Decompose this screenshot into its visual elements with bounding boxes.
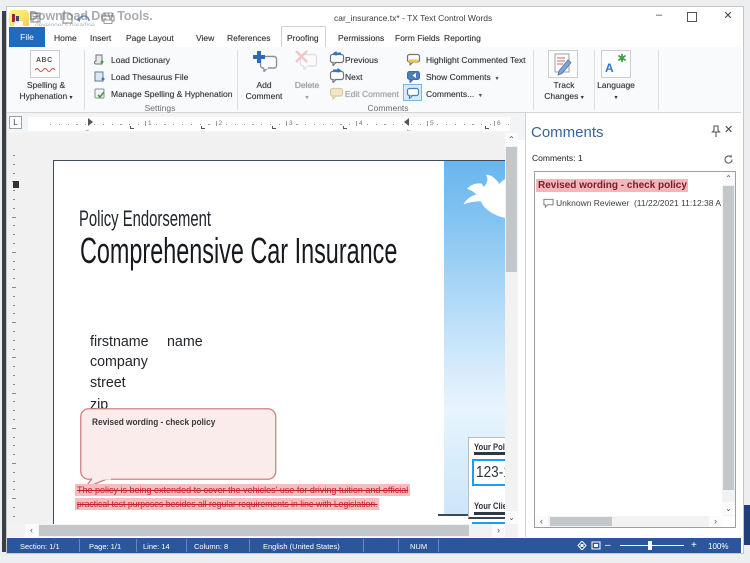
svg-text:A: A (605, 61, 614, 75)
